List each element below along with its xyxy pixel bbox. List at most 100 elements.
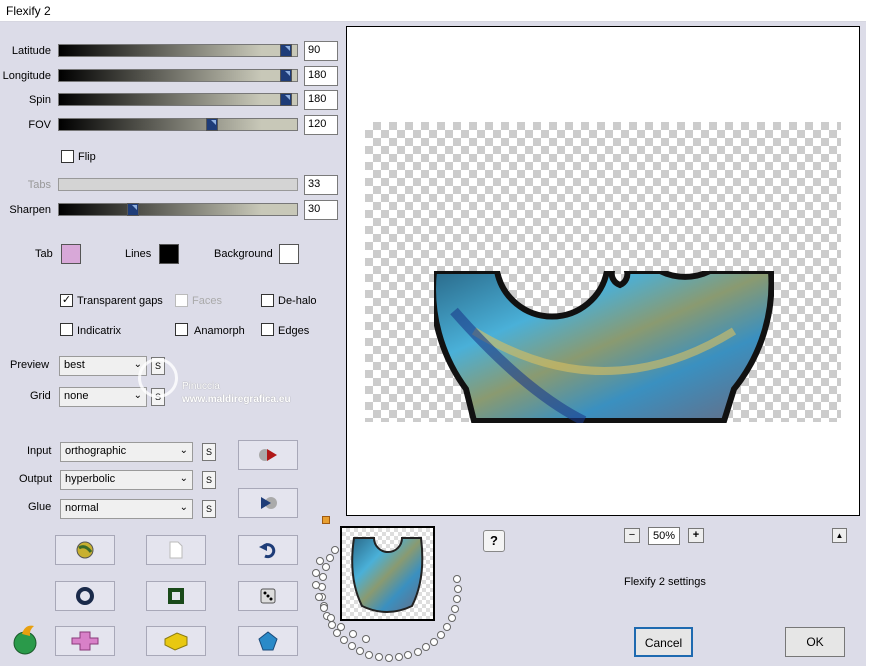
collapse-button[interactable]: ▲: [832, 528, 847, 543]
flip-label: Flip: [78, 151, 96, 163]
preset-slot[interactable]: [339, 636, 348, 644]
transparent-gaps-label: Transparent gaps: [77, 295, 163, 307]
thumbnail-image: [351, 537, 424, 613]
edges-label: Edges: [278, 325, 310, 337]
ring-icon: [76, 587, 94, 605]
cross-icon: [71, 631, 99, 651]
grid-select[interactable]: none ⌄: [59, 387, 147, 407]
glue-select[interactable]: normal ⌄: [60, 499, 193, 519]
preview-label: Preview: [10, 359, 50, 371]
chevron-down-icon: ⌄: [179, 473, 188, 484]
flip-checkbox[interactable]: [61, 150, 74, 163]
dehalo-checkbox[interactable]: [261, 294, 274, 307]
dice-icon: [260, 588, 276, 604]
output-s-button[interactable]: S: [202, 471, 216, 489]
anamorph-checkbox[interactable]: [175, 323, 188, 336]
output-select-value: hyperbolic: [65, 473, 116, 485]
preview-select-value: best: [64, 359, 85, 371]
window-title: Flexify 2: [6, 4, 51, 18]
undo-button[interactable]: [238, 535, 298, 565]
document-icon: [169, 541, 183, 559]
preset-slot[interactable]: [319, 604, 328, 613]
latitude-label: Latitude: [11, 45, 51, 57]
fov-slider-thumb[interactable]: [206, 118, 218, 131]
preset-slot[interactable]: [348, 630, 357, 639]
spin-slider-thumb[interactable]: [280, 93, 292, 106]
preset-slot[interactable]: [437, 630, 446, 639]
sharpen-slider[interactable]: [58, 203, 298, 216]
tab-color-swatch[interactable]: [61, 244, 81, 264]
block-shape-button[interactable]: [146, 626, 206, 656]
frame-icon: [168, 588, 184, 604]
chevron-down-icon: ⌄: [179, 502, 188, 513]
randomize-planet-button[interactable]: [55, 535, 115, 565]
preset-slot[interactable]: [347, 642, 356, 651]
background-color-swatch[interactable]: [279, 244, 299, 264]
edges-checkbox[interactable]: [261, 323, 274, 336]
ok-button[interactable]: OK: [785, 627, 845, 657]
sharpen-value-field[interactable]: 30: [304, 200, 338, 220]
cancel-button[interactable]: Cancel: [634, 627, 693, 657]
pentagon-shape-button[interactable]: [238, 626, 298, 656]
play-back-icon: [261, 497, 277, 509]
glue-s-button[interactable]: S: [202, 500, 216, 518]
spin-slider[interactable]: [58, 93, 298, 106]
input-label: Input: [27, 445, 52, 457]
preview-select[interactable]: best ⌄: [59, 356, 147, 376]
sharpen-slider-thumb[interactable]: [127, 203, 139, 216]
play-back-button[interactable]: [238, 488, 298, 518]
output-label: Output: [19, 473, 53, 485]
flaming-pear-logo-icon: [13, 625, 37, 655]
input-s-button[interactable]: S: [202, 443, 216, 461]
dice-button[interactable]: [238, 581, 298, 611]
fov-slider[interactable]: [58, 118, 298, 131]
preset-slot[interactable]: [314, 592, 323, 601]
watermark-name: Pinuccia: [182, 381, 220, 392]
faces-label: Faces: [192, 295, 222, 307]
play-forward-button[interactable]: [238, 440, 298, 470]
indicatrix-checkbox[interactable]: [60, 323, 73, 336]
latitude-value-field[interactable]: 90: [304, 41, 338, 61]
new-document-button[interactable]: [146, 535, 206, 565]
thumbnail-preview[interactable]: [340, 526, 435, 621]
latitude-slider[interactable]: [58, 44, 298, 57]
longitude-slider[interactable]: [58, 69, 298, 82]
preset-slot[interactable]: [361, 634, 370, 643]
preview-pane[interactable]: [346, 26, 860, 516]
faces-checkbox[interactable]: [175, 294, 188, 307]
spin-value-field[interactable]: 180: [304, 90, 338, 110]
preset-slot[interactable]: [447, 614, 456, 623]
block-icon: [164, 632, 188, 651]
undo-icon: [259, 543, 276, 559]
glue-label: Glue: [28, 501, 52, 513]
latitude-slider-thumb[interactable]: [280, 44, 292, 57]
preset-slot[interactable]: [315, 556, 324, 565]
tabs-value-field[interactable]: 33: [304, 175, 338, 195]
lines-color-swatch[interactable]: [159, 244, 179, 264]
preset-slot[interactable]: [330, 546, 339, 555]
preset-slot[interactable]: [430, 637, 439, 646]
grid-select-value: none: [64, 390, 89, 402]
fov-label: FOV: [28, 119, 51, 131]
zoom-in-button[interactable]: +: [688, 528, 704, 543]
transparent-gaps-checkbox[interactable]: ✓: [60, 294, 73, 307]
frame-button[interactable]: [146, 581, 206, 611]
longitude-value-field[interactable]: 180: [304, 66, 338, 86]
tabs-slider[interactable]: [58, 178, 298, 191]
preset-slot[interactable]: [384, 653, 393, 662]
longitude-slider-thumb[interactable]: [280, 69, 292, 82]
zoom-out-button[interactable]: −: [624, 528, 640, 543]
cross-shape-button[interactable]: [55, 626, 115, 656]
output-select[interactable]: hyperbolic ⌄: [60, 470, 193, 490]
input-select[interactable]: orthographic ⌄: [60, 442, 193, 462]
sharpen-label: Sharpen: [9, 204, 51, 216]
preset-slot[interactable]: [443, 622, 452, 631]
thumbnail-handle-icon[interactable]: [322, 516, 330, 524]
window-edge: [866, 0, 870, 666]
preset-slot[interactable]: [413, 648, 422, 657]
ring-button[interactable]: [55, 581, 115, 611]
watermark-url: www.maldiregrafica.eu: [182, 394, 291, 405]
input-select-value: orthographic: [65, 445, 127, 457]
fov-value-field[interactable]: 120: [304, 115, 338, 135]
help-button[interactable]: ?: [483, 530, 505, 552]
